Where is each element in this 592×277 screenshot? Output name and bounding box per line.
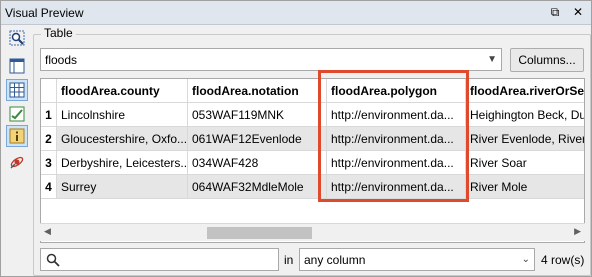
table-group-label: Table bbox=[41, 26, 76, 40]
table-cell[interactable]: River Evenlode, River C bbox=[466, 127, 584, 151]
search-input[interactable] bbox=[40, 248, 279, 271]
table-cell[interactable]: Gloucestershire, Oxfo... bbox=[57, 127, 188, 151]
table-select[interactable]: floods ▼ bbox=[40, 48, 502, 71]
scroll-right-arrow-icon[interactable]: ▶ bbox=[574, 226, 581, 237]
horizontal-scrollbar[interactable]: ◀ ▶ bbox=[40, 223, 585, 241]
scroll-left-arrow-icon[interactable]: ◀ bbox=[44, 226, 51, 237]
zoom-selection-icon[interactable] bbox=[6, 27, 28, 49]
header-corner bbox=[41, 79, 57, 103]
data-table: floodArea.county floodArea.notation floo… bbox=[40, 78, 585, 243]
column-header[interactable]: floodArea.riverOrSea bbox=[466, 79, 584, 103]
info-icon[interactable] bbox=[6, 125, 28, 147]
column-header[interactable]: floodArea.county bbox=[57, 79, 188, 103]
row-number: 4 bbox=[41, 175, 57, 199]
table-cell[interactable]: Surrey bbox=[57, 175, 188, 199]
column-filter-value: any column bbox=[304, 253, 366, 267]
table-select-value: floods bbox=[45, 53, 78, 67]
view-toolbar bbox=[3, 27, 29, 277]
satellite-icon[interactable] bbox=[6, 151, 28, 173]
table-cell[interactable]: Lincolnshire bbox=[57, 103, 188, 127]
table-icon[interactable] bbox=[6, 79, 28, 101]
visual-preview-panel: Visual Preview ⧉ ✕ Table floods ▼ Column… bbox=[0, 0, 592, 277]
table-cell[interactable]: 064WAF32MdleMole bbox=[188, 175, 327, 199]
table-cell[interactable]: Heighington Beck, Du bbox=[466, 103, 584, 127]
table-cell[interactable]: River Soar bbox=[466, 151, 584, 175]
row-count: 4 row(s) bbox=[541, 253, 585, 267]
column-header[interactable]: floodArea.notation bbox=[188, 79, 327, 103]
panel-titlebar: Visual Preview ⧉ ✕ bbox=[1, 1, 591, 25]
close-icon[interactable]: ✕ bbox=[570, 4, 586, 20]
table-cell[interactable]: Derbyshire, Leicesters... bbox=[57, 151, 188, 175]
row-number: 1 bbox=[41, 103, 57, 127]
table-cell[interactable]: 034WAF428 bbox=[188, 151, 327, 175]
column-highlight-box bbox=[318, 70, 469, 202]
search-icon bbox=[46, 253, 60, 267]
layout-icon[interactable] bbox=[6, 55, 28, 77]
table-cell[interactable]: 053WAF119MNK bbox=[188, 103, 327, 127]
chevron-down-icon[interactable]: ⌄ bbox=[522, 254, 530, 265]
scrollbar-thumb[interactable] bbox=[207, 227, 312, 239]
table-cell[interactable]: River Mole bbox=[466, 175, 584, 199]
column-filter-select[interactable]: any column ⌄ bbox=[299, 248, 535, 271]
chevron-down-icon[interactable]: ▼ bbox=[487, 54, 497, 65]
table-cell[interactable]: 061WAF12Evenlode bbox=[188, 127, 327, 151]
row-number: 2 bbox=[41, 127, 57, 151]
columns-button[interactable]: Columns... bbox=[510, 48, 584, 72]
row-number: 3 bbox=[41, 151, 57, 175]
chart-check-icon[interactable] bbox=[6, 103, 28, 125]
panel-title: Visual Preview bbox=[5, 6, 84, 20]
float-window-icon[interactable]: ⧉ bbox=[547, 4, 563, 20]
in-label: in bbox=[284, 253, 294, 267]
